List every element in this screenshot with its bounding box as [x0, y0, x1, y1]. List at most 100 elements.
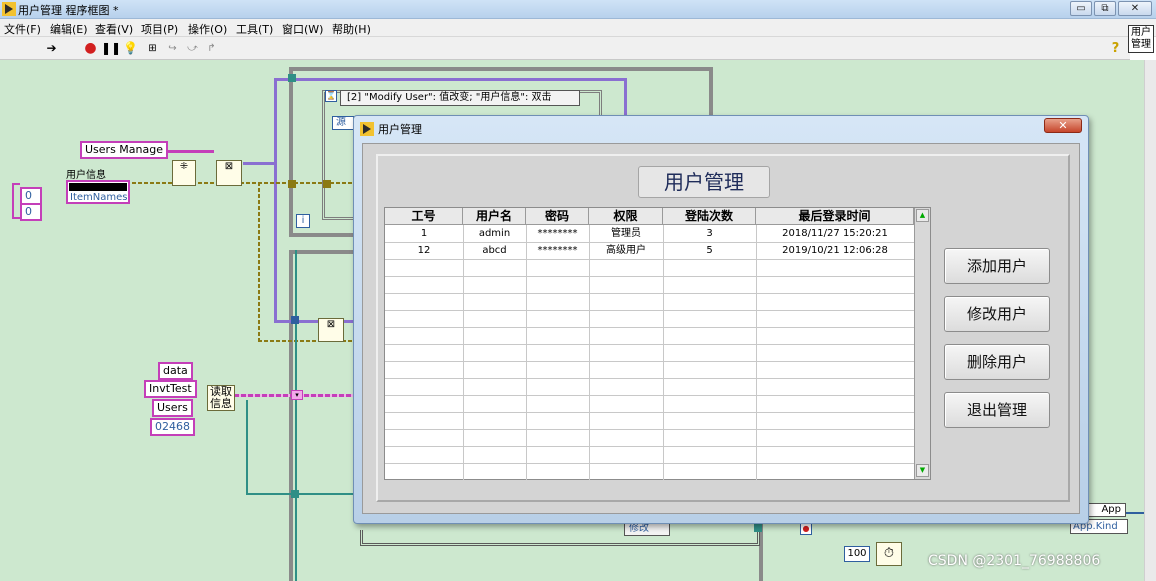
menu-project[interactable]: 项目(P) [141, 21, 178, 37]
menu-operate[interactable]: 操作(O) [188, 21, 227, 37]
event-source-node: 源 [332, 116, 354, 130]
watermark: CSDN @2301_76988806 [928, 553, 1101, 569]
window-titlebar: 用户管理 程序框图 * ▭ ⧉ ✕ [0, 0, 1156, 19]
grid-line [385, 293, 914, 294]
exit-management-button[interactable]: 退出管理 [944, 392, 1050, 428]
table-cell[interactable]: 2018/11/27 15:20:21 [756, 225, 914, 242]
scroll-up-icon[interactable]: ▲ [916, 209, 929, 222]
split-node[interactable]: ⁜ [172, 160, 196, 186]
teal-wire-struct [295, 250, 297, 581]
menu-edit[interactable]: 编辑(E) [50, 21, 88, 37]
table-cell[interactable]: 12 [385, 242, 463, 259]
step-into-icon[interactable]: ↪ [165, 41, 180, 56]
property-node-header [69, 183, 127, 191]
close-button[interactable]: ✕ [1118, 1, 1152, 16]
refnum-wire-vertical [274, 78, 277, 323]
read-info-subvi[interactable]: 读取 信息 [207, 385, 235, 411]
retain-wire-icon[interactable]: ⊞ [145, 41, 160, 56]
grid-line [589, 225, 590, 480]
menu-help[interactable]: 帮助(H) [332, 21, 371, 37]
table-cell[interactable]: admin [463, 225, 526, 242]
event-case-selector[interactable]: [2] "Modify User": 值改变; "用户信息": 双击 [340, 90, 580, 106]
step-over-icon[interactable]: ⤻ [185, 41, 200, 56]
user-info-label: 用户信息 [66, 170, 106, 181]
index-array-node[interactable]: ⊠ [216, 160, 242, 186]
vi-context-icon: 用户 管理 [1128, 25, 1154, 53]
app-property-node[interactable]: App [1088, 503, 1126, 517]
user-info-property-node[interactable]: ItemNames [66, 180, 130, 204]
user-table[interactable]: 工号 用户名 密码 权限 登陆次数 最后登录时间 1 admin *******… [384, 207, 931, 480]
col-index-constant[interactable]: 0 [20, 203, 42, 221]
refnum-wire-right [624, 78, 627, 118]
menu-view[interactable]: 查看(V) [95, 21, 133, 37]
string-tunnel: ▾ [291, 390, 303, 400]
grid-line [385, 310, 914, 311]
modify-user-button[interactable]: 修改用户 [944, 296, 1050, 332]
pause-icon[interactable]: ❚❚ [101, 41, 121, 56]
bottom-loop-wire [360, 530, 760, 546]
column-header-last-login[interactable]: 最后登录时间 [756, 208, 914, 225]
grid-line [385, 429, 914, 430]
restore-button[interactable]: ⧉ [1094, 1, 1116, 16]
grid-line [385, 344, 914, 345]
users-manage-constant[interactable]: Users Manage [80, 141, 168, 159]
window-title: 用户管理 程序框图 * [18, 4, 119, 17]
delete-user-button[interactable]: 删除用户 [944, 344, 1050, 380]
teal-wire-vertical [246, 400, 248, 495]
minimize-button[interactable]: ▭ [1070, 1, 1092, 16]
grid-line [756, 225, 757, 480]
table-scrollbar[interactable]: ▲ ▼ [914, 208, 930, 479]
table-cell[interactable]: 5 [663, 242, 756, 259]
table-cell[interactable]: 管理员 [589, 225, 663, 242]
refnum-wire-lower [276, 320, 358, 323]
column-header-id[interactable]: 工号 [385, 208, 463, 225]
column-header-username[interactable]: 用户名 [463, 208, 526, 225]
add-user-button[interactable]: 添加用户 [944, 248, 1050, 284]
table-cell[interactable]: 1 [385, 225, 463, 242]
grid-line [385, 463, 914, 464]
help-icon[interactable]: ? [1108, 41, 1123, 56]
code-constant[interactable]: 02468 [150, 418, 195, 436]
shift-register-top [288, 74, 296, 82]
panel-heading: 用户管理 [638, 166, 770, 198]
grid-line [385, 327, 914, 328]
item-names-property: ItemNames [70, 192, 128, 203]
table-cell[interactable]: 2019/10/21 12:06:28 [756, 242, 914, 259]
wait-ms-constant[interactable]: 100 [844, 546, 870, 562]
table-cell[interactable]: 3 [663, 225, 756, 242]
column-header-login-count[interactable]: 登陆次数 [663, 208, 756, 225]
tunnel-bottom [754, 524, 762, 532]
abort-icon[interactable]: ● [83, 41, 98, 56]
table-cell[interactable]: ******** [526, 225, 589, 242]
index-array-node-lower[interactable]: ⊠ [318, 318, 344, 342]
toolbar: ➔ ● ❚❚ 💡 ⊞ ↪ ⤻ ↱ ? [0, 37, 1130, 60]
string-wire-users-manage [160, 150, 214, 153]
invttest-constant[interactable]: InvtTest [144, 380, 197, 398]
vertical-scrollbar[interactable] [1144, 60, 1156, 581]
column-header-password[interactable]: 密码 [526, 208, 589, 225]
run-arrow-icon[interactable]: ➔ [44, 41, 59, 56]
scroll-down-icon[interactable]: ▼ [916, 464, 929, 477]
grid-line [385, 446, 914, 447]
tunnel-refnum-lower [291, 316, 299, 324]
step-out-icon[interactable]: ↱ [204, 41, 219, 56]
grid-line [385, 276, 914, 277]
highlight-execution-icon[interactable]: 💡 [123, 41, 138, 56]
grid-line [385, 412, 914, 413]
data-constant[interactable]: data [158, 362, 193, 380]
column-header-permission[interactable]: 权限 [589, 208, 663, 225]
menu-tools[interactable]: 工具(T) [236, 21, 273, 37]
teal-wire-horizontal [246, 493, 358, 495]
labview-vi-icon [360, 122, 374, 136]
table-cell[interactable]: ******** [526, 242, 589, 259]
modify-case-selector[interactable]: 修改 [624, 522, 670, 536]
table-cell[interactable]: abcd [463, 242, 526, 259]
menu-file[interactable]: 文件(F) [4, 21, 41, 37]
users-constant[interactable]: Users [152, 399, 193, 417]
dialog-title: 用户管理 [378, 123, 422, 136]
grid-line [526, 225, 527, 480]
dialog-close-button[interactable]: ✕ [1044, 118, 1082, 133]
grid-line [463, 225, 464, 480]
menu-window[interactable]: 窗口(W) [282, 21, 323, 37]
table-cell[interactable]: 高级用户 [589, 242, 663, 259]
